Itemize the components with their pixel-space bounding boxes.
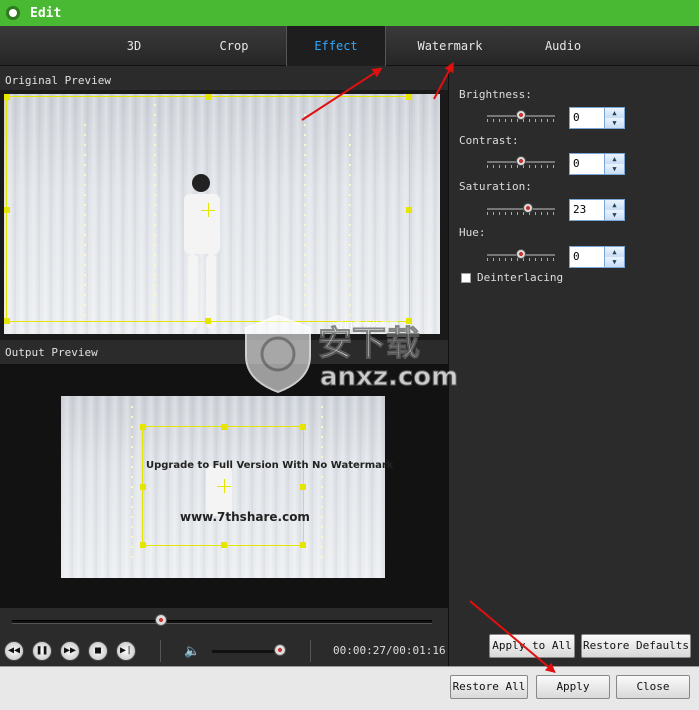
restore-defaults-button[interactable]: Restore Defaults [581,634,691,658]
brightness-up-icon[interactable]: ▲ [605,108,624,118]
contrast-up-icon[interactable]: ▲ [605,154,624,164]
stop-icon[interactable]: ■ [88,641,108,661]
rewind-icon[interactable]: ◀◀ [4,641,24,661]
deinterlacing-label: Deinterlacing [477,271,564,284]
saturation-down-icon[interactable]: ▼ [605,210,624,220]
fast-forward-icon[interactable]: ▶▶ [60,641,80,661]
crop-frame[interactable] [4,94,412,324]
hue-down-icon[interactable]: ▼ [605,257,624,267]
seek-knob[interactable] [155,614,168,626]
close-button[interactable]: Close [616,675,690,699]
site-watermark: 安下载 anxz.com [240,312,460,396]
saturation-up-icon[interactable]: ▲ [605,200,624,210]
next-frame-icon[interactable]: ▶❘ [116,641,136,661]
time-display: 00:00:27/00:01:16 [333,644,446,657]
playback-controls: ◀◀ ❚❚ ▶▶ ■ ▶❘ 🔈 00:00:27/00:01:16 [0,608,448,666]
output-preview-label: Output Preview [5,346,98,359]
brightness-down-icon[interactable]: ▼ [605,118,624,128]
apply-button[interactable]: Apply [536,675,610,699]
saturation-spinbox[interactable]: 23 ▲ ▼ [569,199,625,221]
deinterlacing-checkbox[interactable] [461,273,471,283]
brightness-value[interactable]: 0 [570,108,604,128]
contrast-down-icon[interactable]: ▼ [605,164,624,174]
watermark-text-line2: www.7thshare.com [180,510,310,524]
effects-panel: Brightness: 0 ▲ ▼ Contrast: 0 ▲ ▼ Saturati… [448,66,699,666]
shield-icon [245,314,311,394]
tab-effect[interactable]: Effect [286,26,386,66]
contrast-value[interactable]: 0 [570,154,604,174]
hue-value[interactable]: 0 [570,247,604,267]
contrast-spinbox[interactable]: 0 ▲ ▼ [569,153,625,175]
hue-spinbox[interactable]: 0 ▲ ▼ [569,246,625,268]
seek-bar[interactable] [12,620,432,624]
saturation-label: Saturation: [459,180,532,193]
brightness-slider[interactable] [487,110,555,122]
original-preview: 爱旧恩宠的图图 [0,90,448,340]
dialog-button-bar: Restore All Apply Close [0,666,699,710]
hue-up-icon[interactable]: ▲ [605,247,624,257]
volume-knob[interactable] [274,644,286,656]
watermark-frame[interactable] [140,424,306,548]
volume-icon[interactable]: 🔈 [184,644,200,659]
watermark-text-line1: Upgrade to Full Version With No Watermar… [146,460,394,471]
saturation-slider[interactable] [487,203,555,215]
tab-audio[interactable]: Audio [514,26,612,66]
app-icon [6,6,20,20]
tab-crop[interactable]: Crop [186,26,282,66]
brightness-label: Brightness: [459,88,532,101]
contrast-slider[interactable] [487,156,555,168]
contrast-label: Contrast: [459,134,519,147]
volume-slider[interactable] [212,650,280,653]
brightness-spinbox[interactable]: 0 ▲ ▼ [569,107,625,129]
tab-bar: 3D Crop Effect Watermark Audio [0,26,699,66]
title-bar: Edit [0,0,699,26]
output-preview: Upgrade to Full Version With No Watermar… [0,364,448,608]
pause-icon[interactable]: ❚❚ [32,641,52,661]
tab-3d[interactable]: 3D [86,26,182,66]
watermark-en-text: anxz.com [319,362,459,393]
hue-slider[interactable] [487,249,555,261]
watermark-cn-text: 安下载 [318,324,421,365]
saturation-value[interactable]: 23 [570,200,604,220]
restore-all-button[interactable]: Restore All [450,675,528,699]
window-title: Edit [30,5,62,21]
hue-label: Hue: [459,226,486,239]
original-preview-label: Original Preview [5,74,111,87]
